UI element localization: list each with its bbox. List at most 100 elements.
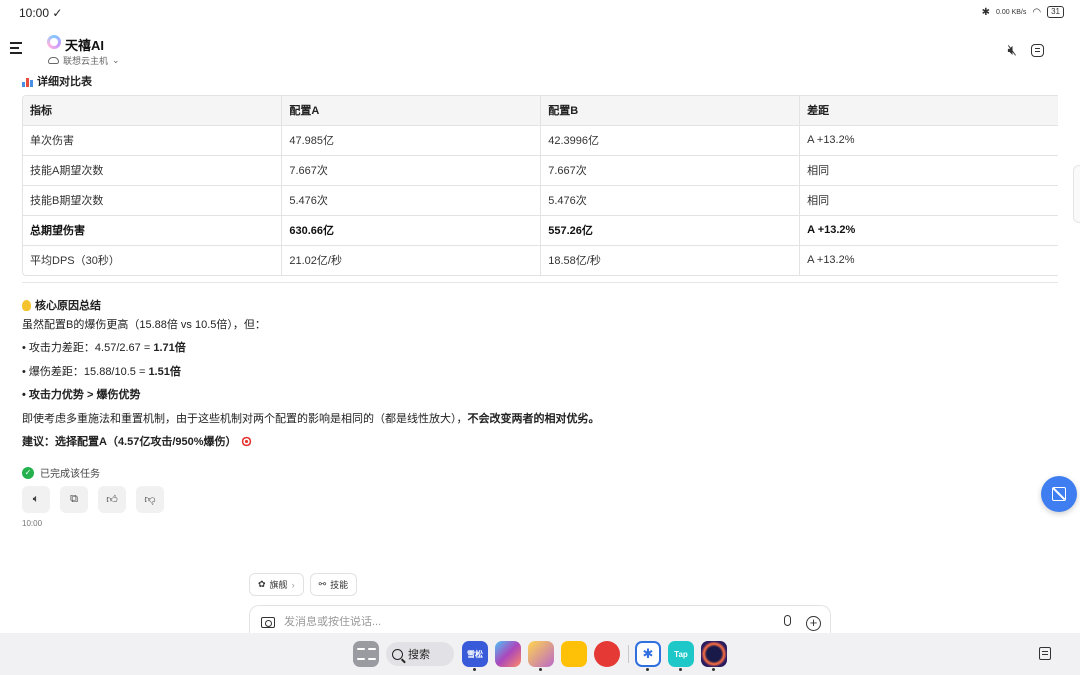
bullet-text: • 攻击力差距：4.57/2.67 = bbox=[22, 342, 154, 354]
table-header: 配置B bbox=[540, 96, 801, 126]
check-circle-icon: ✓ bbox=[22, 466, 34, 479]
message-time: 10:00 bbox=[22, 519, 43, 528]
table-header-row: 指标 配置A 配置B 差距 bbox=[23, 96, 1058, 126]
running-indicator bbox=[539, 668, 542, 671]
summary-heading: 核心原因总结 bbox=[22, 294, 1022, 318]
floating-action-button[interactable] bbox=[1041, 476, 1077, 512]
plus-icon[interactable]: + bbox=[806, 616, 821, 631]
speaker-icon: 🔈︎ bbox=[32, 493, 40, 505]
table-cell: 42.3996亿 bbox=[540, 125, 801, 156]
app-title: 天禧AI bbox=[65, 38, 105, 53]
running-indicator bbox=[712, 668, 715, 671]
search-icon bbox=[392, 648, 403, 660]
camera-icon[interactable] bbox=[261, 617, 275, 628]
pen-square-icon bbox=[1052, 487, 1066, 501]
target-icon bbox=[240, 436, 252, 447]
bullet-text: • 爆伤差距：15.88/10.5 = bbox=[22, 365, 149, 378]
running-indicator bbox=[679, 668, 682, 671]
like-button[interactable]: 👍︎ bbox=[98, 486, 126, 513]
status-time: 10:00 ✓ bbox=[19, 6, 63, 20]
table-row: 平均DPS（30秒） 21.02亿/秒 18.58亿/秒 A +13.2% bbox=[23, 245, 1058, 275]
bullet-value: 1.51倍 bbox=[148, 365, 181, 378]
copy-icon: ⧉ bbox=[70, 493, 78, 505]
ai-assistant-icon[interactable]: ✱ bbox=[635, 641, 661, 667]
table-cell: 技能B期望次数 bbox=[23, 185, 283, 216]
bullet-text: • 攻击力优势 > 爆伤优势 bbox=[22, 389, 141, 401]
taptap-icon[interactable]: Tap bbox=[668, 641, 694, 667]
network-speed: 0.00 KB/s bbox=[996, 8, 1027, 16]
dock-divider bbox=[628, 645, 629, 663]
table-cell: 相同 bbox=[799, 185, 1058, 216]
table-header: 指标 bbox=[23, 96, 283, 126]
app-header: 天禧AI 联想云主机 ⌄ 🔇︎ bbox=[0, 30, 1080, 70]
table-header: 配置A bbox=[281, 96, 542, 126]
app-label: 雪松 bbox=[467, 649, 483, 659]
microphone-icon[interactable] bbox=[784, 615, 791, 626]
table-cell: 5.476次 bbox=[540, 185, 801, 216]
host-label: 联想云主机 bbox=[63, 56, 109, 66]
table-header: 差距 bbox=[799, 96, 1058, 126]
wifi-icon: ◠ bbox=[1032, 6, 1042, 18]
copy-button[interactable]: ⧉ bbox=[60, 486, 88, 513]
table-cell: 630.66亿 bbox=[281, 215, 542, 246]
app-grid-icon[interactable] bbox=[353, 641, 379, 667]
app-logo bbox=[47, 35, 61, 49]
section-heading-text: 详细对比表 bbox=[37, 76, 92, 88]
quick-chips: ✿ 旗舰 › ⚯ 技能 bbox=[249, 573, 358, 596]
side-panel-handle[interactable] bbox=[1073, 165, 1080, 223]
mute-icon[interactable]: 🔇︎ bbox=[1008, 42, 1017, 59]
table-cell: A +13.2% bbox=[799, 245, 1058, 275]
message-actions: 🔈︎ ⧉ 👍︎ 👎︎ bbox=[22, 486, 164, 513]
app-xuesong-icon[interactable]: 雪松 bbox=[462, 641, 488, 667]
dislike-button[interactable]: 👎︎ bbox=[136, 486, 164, 513]
status-icons: ✱ 0.00 KB/s ◠ 31 bbox=[982, 6, 1064, 18]
thumbs-up-icon: 👍︎ bbox=[106, 494, 118, 506]
table-row: 总期望伤害 630.66亿 557.26亿 A +13.2% bbox=[23, 215, 1058, 246]
advice-text: 建议：选择配置A（4.57亿攻击/950%爆伤） bbox=[22, 436, 237, 448]
summary-conclusion: 即使考虑多重施法和重置机制，由于这些机制对两个配置的影响是相同的（都是线性放大）… bbox=[22, 412, 1022, 436]
message-input[interactable] bbox=[284, 616, 764, 628]
gallery-icon[interactable] bbox=[495, 641, 521, 667]
game-app-icon[interactable] bbox=[701, 641, 727, 667]
table-cell: A +13.2% bbox=[799, 215, 1058, 246]
chip-skills[interactable]: ⚯ 技能 bbox=[309, 573, 358, 596]
summary-advice: 建议：选择配置A（4.57亿攻击/950%爆伤） bbox=[22, 435, 1022, 459]
music-icon[interactable] bbox=[594, 641, 620, 667]
chip-label: 旗舰 bbox=[269, 580, 288, 590]
task-status-label: 已完成该任务 bbox=[40, 469, 100, 480]
bar-chart-icon bbox=[22, 76, 33, 87]
table-cell: 5.476次 bbox=[281, 185, 542, 216]
dock-search[interactable]: 搜索 bbox=[386, 642, 454, 666]
table-row: 技能B期望次数 5.476次 5.476次 相同 bbox=[23, 185, 1058, 216]
mail-icon[interactable] bbox=[528, 641, 554, 667]
comparison-table: 指标 配置A 配置B 差距 单次伤害 47.985亿 42.3996亿 A +1… bbox=[22, 95, 1058, 276]
chevron-down-icon: ⌄ bbox=[112, 55, 120, 65]
divider bbox=[22, 282, 1058, 283]
running-indicator bbox=[646, 668, 649, 671]
conclusion-text: 即使考虑多重施法和重置机制，由于这些机制对两个配置的影响是相同的（都是线性放大）… bbox=[22, 412, 468, 425]
flower-icon: ✿ bbox=[258, 579, 266, 589]
recent-tasks-icon[interactable] bbox=[1039, 647, 1051, 660]
notes-icon[interactable] bbox=[561, 641, 587, 667]
read-aloud-button[interactable]: 🔈︎ bbox=[22, 486, 50, 513]
chip-label: 技能 bbox=[330, 580, 349, 590]
table-cell: 18.58亿/秒 bbox=[540, 245, 801, 275]
table-cell: 557.26亿 bbox=[540, 215, 801, 246]
table-row: 单次伤害 47.985亿 42.3996亿 A +13.2% bbox=[23, 125, 1058, 156]
section-heading: 详细对比表 bbox=[22, 73, 92, 89]
chip-flagship[interactable]: ✿ 旗舰 › bbox=[249, 573, 304, 596]
app-label: Tap bbox=[674, 649, 688, 659]
menu-icon[interactable] bbox=[10, 42, 24, 56]
new-chat-icon[interactable] bbox=[1031, 44, 1044, 57]
bullet-value: 1.71倍 bbox=[153, 342, 186, 354]
table-cell: 技能A期望次数 bbox=[23, 155, 283, 186]
summary-block: 核心原因总结 虽然配置B的爆伤更高（15.88倍 vs 10.5倍），但： • … bbox=[22, 294, 1022, 459]
chevron-right-icon: › bbox=[291, 579, 295, 590]
host-selector[interactable]: 联想云主机 ⌄ bbox=[48, 54, 120, 67]
table-cell: 21.02亿/秒 bbox=[281, 245, 542, 275]
conclusion-bold: 不会改变两者的相对优劣。 bbox=[467, 412, 600, 425]
thumbs-down-icon: 👎︎ bbox=[144, 494, 156, 506]
dock-search-label: 搜索 bbox=[408, 649, 430, 661]
cloud-icon bbox=[48, 57, 59, 64]
table-row: 技能A期望次数 7.667次 7.667次 相同 bbox=[23, 155, 1058, 186]
